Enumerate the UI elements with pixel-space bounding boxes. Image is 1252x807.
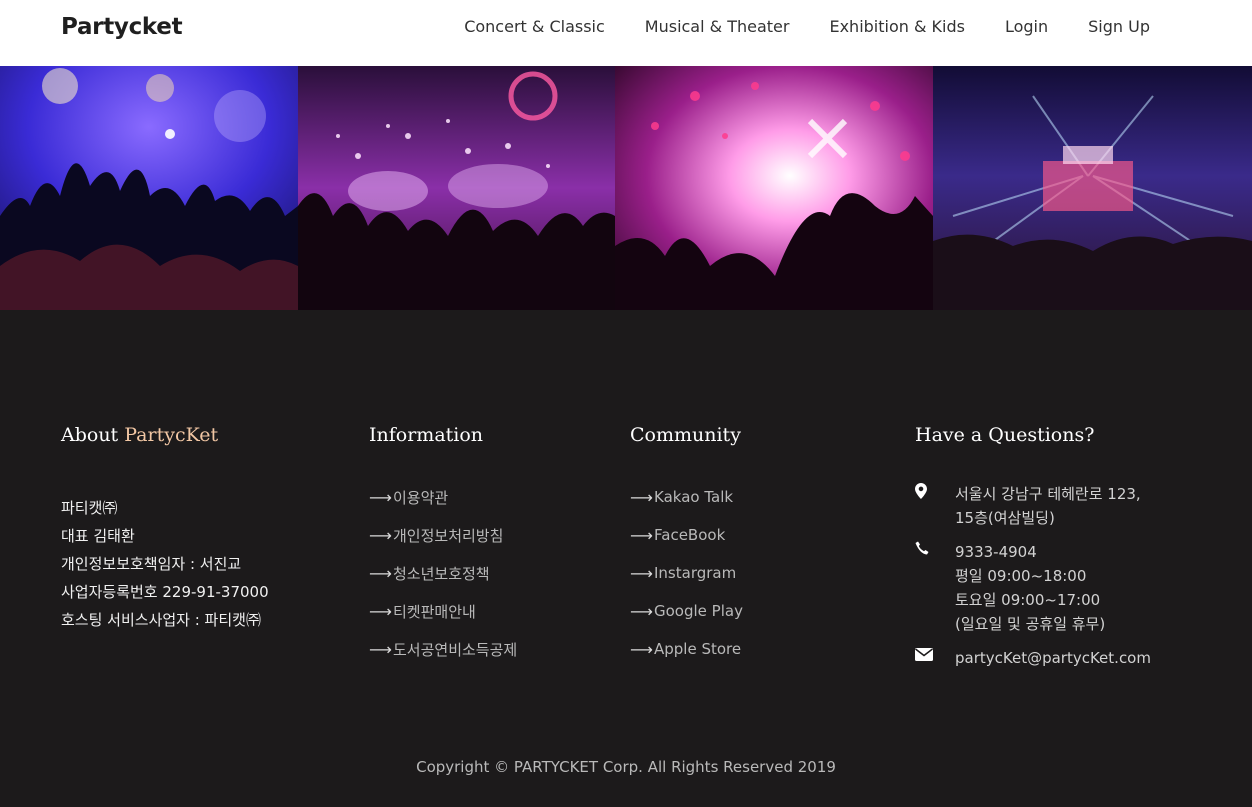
arrow-right-icon: ⟶: [630, 525, 653, 545]
questions-title: Have a Questions?: [915, 424, 1095, 446]
hosting-provider: 호스팅 서비스사업자 : 파티캣㈜: [61, 611, 261, 629]
email-row: partycKet@partycKet.com: [915, 646, 1151, 670]
arrow-right-icon: ⟶: [369, 639, 392, 659]
weekday-hours: 평일 09:00~18:00: [955, 567, 1087, 585]
arrow-right-icon: ⟶: [630, 563, 653, 583]
phone-row: 9333-4904 평일 09:00~18:00 토요일 09:00~17:00…: [915, 540, 1151, 636]
info-link-tax-deduction[interactable]: ⟶ 도서공연비소득공제: [369, 630, 517, 668]
community-column: Community ⟶ Kakao Talk ⟶ FaceBook ⟶ Instarg…: [630, 424, 743, 668]
info-link-label: 개인정보처리방침: [393, 526, 504, 545]
arrow-right-icon: ⟶: [369, 525, 392, 545]
info-link-youth[interactable]: ⟶ 청소년보호정책: [369, 554, 517, 592]
company-name: 파티캣㈜: [61, 499, 118, 517]
info-link-label: 이용약관: [393, 488, 449, 507]
phone-number[interactable]: 9333-4904: [955, 540, 1105, 564]
questions-column: Have a Questions? 서울시 강남구 테헤란로 123, 15층(…: [915, 424, 1151, 680]
envelope-icon: [915, 646, 955, 670]
concert-crowd-image-4: [933, 66, 1252, 310]
map-marker-icon: [915, 482, 955, 530]
site-footer: About PartycKet 파티캣㈜ 대표 김태환 개인정보보호책임자 : …: [0, 310, 1252, 807]
nav-concert-classic[interactable]: Concert & Classic: [464, 17, 605, 36]
community-link-label: FaceBook: [654, 526, 726, 544]
arrow-right-icon: ⟶: [369, 601, 392, 621]
phone-icon: [915, 540, 955, 636]
concert-crowd-image-3: [615, 66, 933, 310]
privacy-officer: 개인정보보호책임자 : 서진교: [61, 555, 242, 573]
brand-logo[interactable]: Partycket: [61, 14, 183, 40]
info-link-label: 도서공연비소득공제: [393, 640, 518, 659]
nav-exhibition-kids[interactable]: Exhibition & Kids: [829, 17, 965, 36]
info-link-label: 티켓판매안내: [393, 602, 476, 621]
arrow-right-icon: ⟶: [630, 487, 653, 507]
address-line-2: 15층(여삼빌딩): [955, 509, 1055, 527]
information-title: Information: [369, 424, 484, 446]
community-link-label: Apple Store: [654, 640, 742, 658]
info-link-label: 청소년보호정책: [393, 564, 490, 583]
concert-crowd-image-2: [298, 66, 615, 310]
about-title-main: About: [61, 424, 125, 446]
community-link-instagram[interactable]: ⟶ Instargram: [630, 554, 743, 592]
nav-sign-up[interactable]: Sign Up: [1088, 17, 1150, 36]
ceo-name: 대표 김태환: [61, 527, 135, 545]
info-link-terms[interactable]: ⟶ 이용약관: [369, 478, 517, 516]
concert-crowd-image-1: [0, 66, 298, 310]
hero-gallery: [0, 66, 1252, 310]
nav-login[interactable]: Login: [1005, 17, 1048, 36]
info-link-ticket-guide[interactable]: ⟶ 티켓판매안내: [369, 592, 517, 630]
arrow-right-icon: ⟶: [369, 563, 392, 583]
community-title: Community: [630, 424, 741, 446]
community-link-label: Instargram: [654, 564, 737, 582]
community-link-apple-store[interactable]: ⟶ Apple Store: [630, 630, 743, 668]
arrow-right-icon: ⟶: [630, 639, 653, 659]
community-link-kakao[interactable]: ⟶ Kakao Talk: [630, 478, 743, 516]
about-title-accent: PartycKet: [124, 424, 219, 446]
community-link-facebook[interactable]: ⟶ FaceBook: [630, 516, 743, 554]
address-row: 서울시 강남구 테헤란로 123, 15층(여삼빌딩): [915, 482, 1151, 530]
arrow-right-icon: ⟶: [630, 601, 653, 621]
arrow-right-icon: ⟶: [369, 487, 392, 507]
top-navbar: Partycket Concert & Classic Musical & Th…: [0, 0, 1252, 66]
community-link-google-play[interactable]: ⟶ Google Play: [630, 592, 743, 630]
address-line-1: 서울시 강남구 테헤란로 123,: [955, 485, 1141, 503]
main-nav: Concert & Classic Musical & Theater Exhi…: [424, 17, 1150, 36]
community-link-label: Google Play: [654, 602, 743, 620]
saturday-hours: 토요일 09:00~17:00: [955, 591, 1101, 609]
about-column: About PartycKet 파티캣㈜ 대표 김태환 개인정보보호책임자 : …: [61, 424, 269, 634]
business-number: 사업자등록번호 229-91-37000: [61, 583, 269, 601]
community-link-label: Kakao Talk: [654, 488, 734, 506]
information-column: Information ⟶ 이용약관 ⟶ 개인정보처리방침 ⟶ 청소년보호정책 ⟶ 티켓…: [369, 424, 517, 668]
contact-email[interactable]: partycKet@partycKet.com: [955, 646, 1151, 670]
copyright-text: Copyright © PARTYCKET Corp. All Rights R…: [416, 758, 836, 776]
holiday-notice: (일요일 및 공휴일 휴무): [955, 615, 1106, 633]
about-title: About PartycKet: [61, 424, 269, 446]
nav-musical-theater[interactable]: Musical & Theater: [645, 17, 790, 36]
info-link-privacy[interactable]: ⟶ 개인정보처리방침: [369, 516, 517, 554]
